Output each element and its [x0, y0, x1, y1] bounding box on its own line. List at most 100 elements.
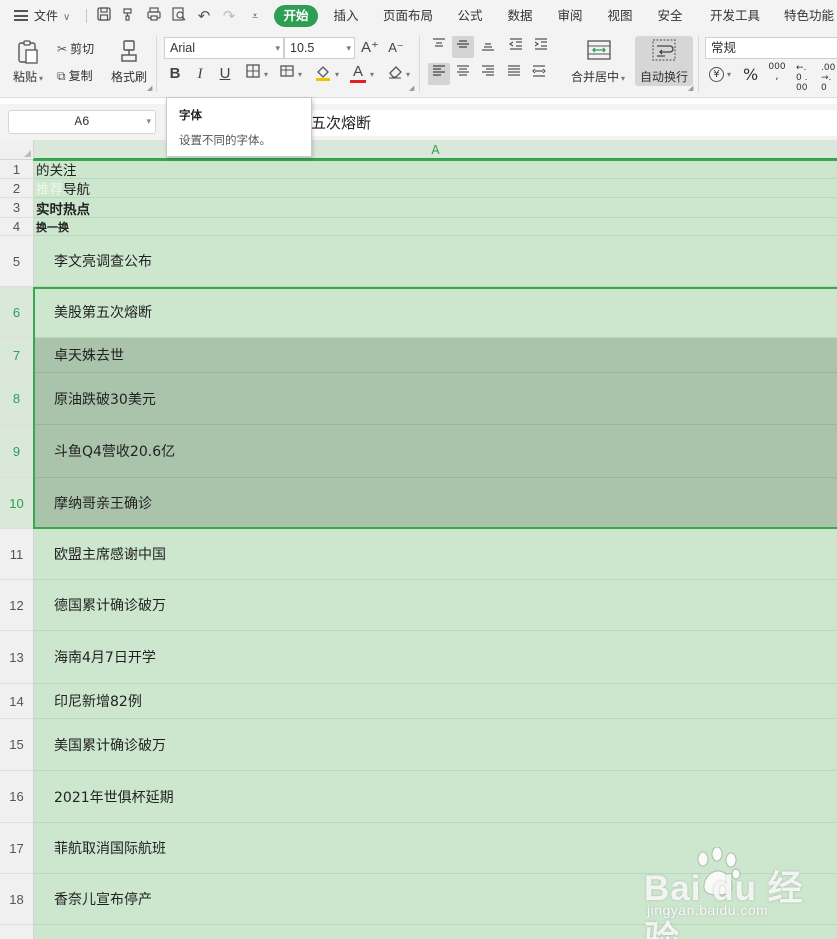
- table-row[interactable]: 卓天姝去世: [34, 338, 837, 373]
- cut-button[interactable]: ✂ 剪切: [57, 40, 94, 57]
- copy-button[interactable]: ⧉ 复制: [57, 67, 93, 84]
- decrease-decimal-button[interactable]: .00 →.0: [821, 63, 837, 93]
- paste-icon[interactable]: [14, 38, 42, 66]
- row-header[interactable]: 18: [0, 874, 34, 925]
- table-row[interactable]: 推荐 导航: [34, 179, 837, 198]
- table-row[interactable]: 印尼新增82例: [34, 684, 837, 719]
- row-header[interactable]: 3: [0, 198, 34, 218]
- redo-icon[interactable]: ↷: [219, 6, 239, 26]
- currency-button[interactable]: ¥ ▾: [709, 66, 731, 82]
- clear-format-button[interactable]: [384, 63, 406, 85]
- clipboard-launcher-icon[interactable]: ◢: [147, 84, 152, 92]
- underline-button[interactable]: U: [214, 63, 236, 85]
- fill-color-button[interactable]: [312, 63, 334, 85]
- row-header[interactable]: 2: [0, 179, 34, 198]
- row-header[interactable]: 13: [0, 631, 34, 684]
- row-header[interactable]: [0, 925, 34, 939]
- file-menu[interactable]: 文件 ∨: [14, 0, 70, 32]
- chevron-down-icon[interactable]: ▾: [406, 70, 410, 79]
- row-header[interactable]: 12: [0, 580, 34, 631]
- formula-input[interactable]: 五次熔断: [310, 110, 837, 136]
- table-row[interactable]: 换一换: [34, 218, 837, 236]
- font-name-select[interactable]: Arial ▾: [164, 37, 284, 59]
- spreadsheet-grid[interactable]: A 1 的关注 2 推荐 导航 3 实时热点 4 换一换 5 李文亮调查公布 6 …: [0, 140, 837, 939]
- bold-button[interactable]: B: [164, 63, 186, 85]
- row-header[interactable]: 8: [0, 373, 34, 425]
- wrap-text-button[interactable]: 自动换行: [635, 36, 693, 86]
- customize-icon[interactable]: ⩡: [245, 6, 265, 26]
- font-color-button[interactable]: A: [347, 61, 369, 83]
- distribute-button[interactable]: [528, 63, 550, 85]
- decrease-indent-button[interactable]: [505, 36, 527, 58]
- table-row[interactable]: 原油跌破30美元: [34, 373, 837, 425]
- row-header[interactable]: 1: [0, 160, 34, 179]
- align-bottom-button[interactable]: [477, 36, 499, 58]
- table-row[interactable]: 摩纳哥亲王确诊: [34, 478, 837, 529]
- align-right-button[interactable]: [477, 63, 499, 85]
- row-header[interactable]: 17: [0, 823, 34, 874]
- tab-view[interactable]: 视图: [604, 5, 636, 27]
- tab-special-features[interactable]: 特色功能: [784, 5, 837, 27]
- increase-decimal-button[interactable]: ←.0 .00: [796, 63, 812, 93]
- tab-home[interactable]: 开始: [274, 5, 318, 27]
- table-row[interactable]: 德国累计确诊破万: [34, 580, 837, 631]
- table-row[interactable]: 美国累计确诊破万: [34, 719, 837, 771]
- row-header[interactable]: 15: [0, 719, 34, 771]
- chevron-down-icon[interactable]: ▾: [298, 70, 302, 79]
- tab-insert[interactable]: 插入: [330, 5, 362, 27]
- borders-button[interactable]: [242, 63, 264, 85]
- name-box[interactable]: A6 ▾: [8, 110, 156, 134]
- print-preview-icon[interactable]: [169, 6, 189, 26]
- tab-formulas[interactable]: 公式: [454, 5, 486, 27]
- table-row[interactable]: 海南4月7日开学: [34, 631, 837, 684]
- merge-center-button[interactable]: 合并居中 ▾: [571, 68, 625, 85]
- chevron-down-icon[interactable]: ▾: [264, 70, 268, 79]
- row-header[interactable]: 4: [0, 218, 34, 236]
- align-left-button[interactable]: [428, 63, 450, 85]
- format-painter-label[interactable]: 格式刷: [111, 68, 147, 85]
- increase-indent-button[interactable]: [530, 36, 552, 58]
- align-middle-button[interactable]: [452, 36, 474, 58]
- table-row[interactable]: 的关注: [34, 160, 837, 179]
- undo-icon[interactable]: ↶: [194, 6, 214, 26]
- tab-data[interactable]: 数据: [504, 5, 536, 27]
- justify-button[interactable]: [503, 63, 525, 85]
- percent-button[interactable]: %: [743, 65, 758, 84]
- select-all-corner[interactable]: [0, 140, 34, 160]
- print-icon[interactable]: [144, 6, 164, 26]
- grow-font-button[interactable]: A⁺: [359, 37, 381, 59]
- italic-button[interactable]: I: [189, 63, 211, 85]
- chevron-down-icon[interactable]: ▾: [335, 70, 339, 79]
- font-size-select[interactable]: 10.5 ▾: [284, 37, 355, 59]
- row-header[interactable]: 10: [0, 478, 34, 529]
- font-launcher-icon[interactable]: ◢: [409, 84, 414, 92]
- merge-center-icon[interactable]: [585, 38, 613, 62]
- row-header[interactable]: 11: [0, 529, 34, 580]
- align-top-button[interactable]: [428, 36, 450, 58]
- format-painter-large-icon[interactable]: [116, 38, 142, 64]
- table-row[interactable]: 李文亮调查公布: [34, 236, 837, 287]
- tab-review[interactable]: 审阅: [554, 5, 586, 27]
- table-row[interactable]: 实时热点: [34, 198, 837, 218]
- table-row[interactable]: 欧盟主席感谢中国: [34, 529, 837, 580]
- alignment-launcher-icon[interactable]: ◢: [688, 84, 693, 92]
- format-painter-icon[interactable]: [119, 6, 139, 26]
- row-header[interactable]: 14: [0, 684, 34, 719]
- save-icon[interactable]: [94, 6, 114, 26]
- table-row[interactable]: 2021年世俱杯延期: [34, 771, 837, 823]
- row-header[interactable]: 5: [0, 236, 34, 287]
- cell-style-button[interactable]: [276, 63, 298, 85]
- row-header[interactable]: 16: [0, 771, 34, 823]
- align-center-button[interactable]: [452, 63, 474, 85]
- shrink-font-button[interactable]: A⁻: [385, 37, 407, 59]
- chevron-down-icon[interactable]: ▾: [370, 70, 374, 79]
- active-cell[interactable]: 美股第五次熔断: [34, 287, 837, 338]
- tab-security[interactable]: 安全: [654, 5, 686, 27]
- tab-developer[interactable]: 开发工具: [706, 5, 764, 27]
- column-header-a[interactable]: A: [34, 140, 837, 160]
- row-header[interactable]: 7: [0, 338, 34, 373]
- row-header[interactable]: 9: [0, 425, 34, 478]
- paste-button[interactable]: 粘贴 ▾: [13, 68, 43, 85]
- thousands-button[interactable]: 000,: [768, 63, 786, 82]
- tab-page-layout[interactable]: 页面布局: [380, 5, 436, 27]
